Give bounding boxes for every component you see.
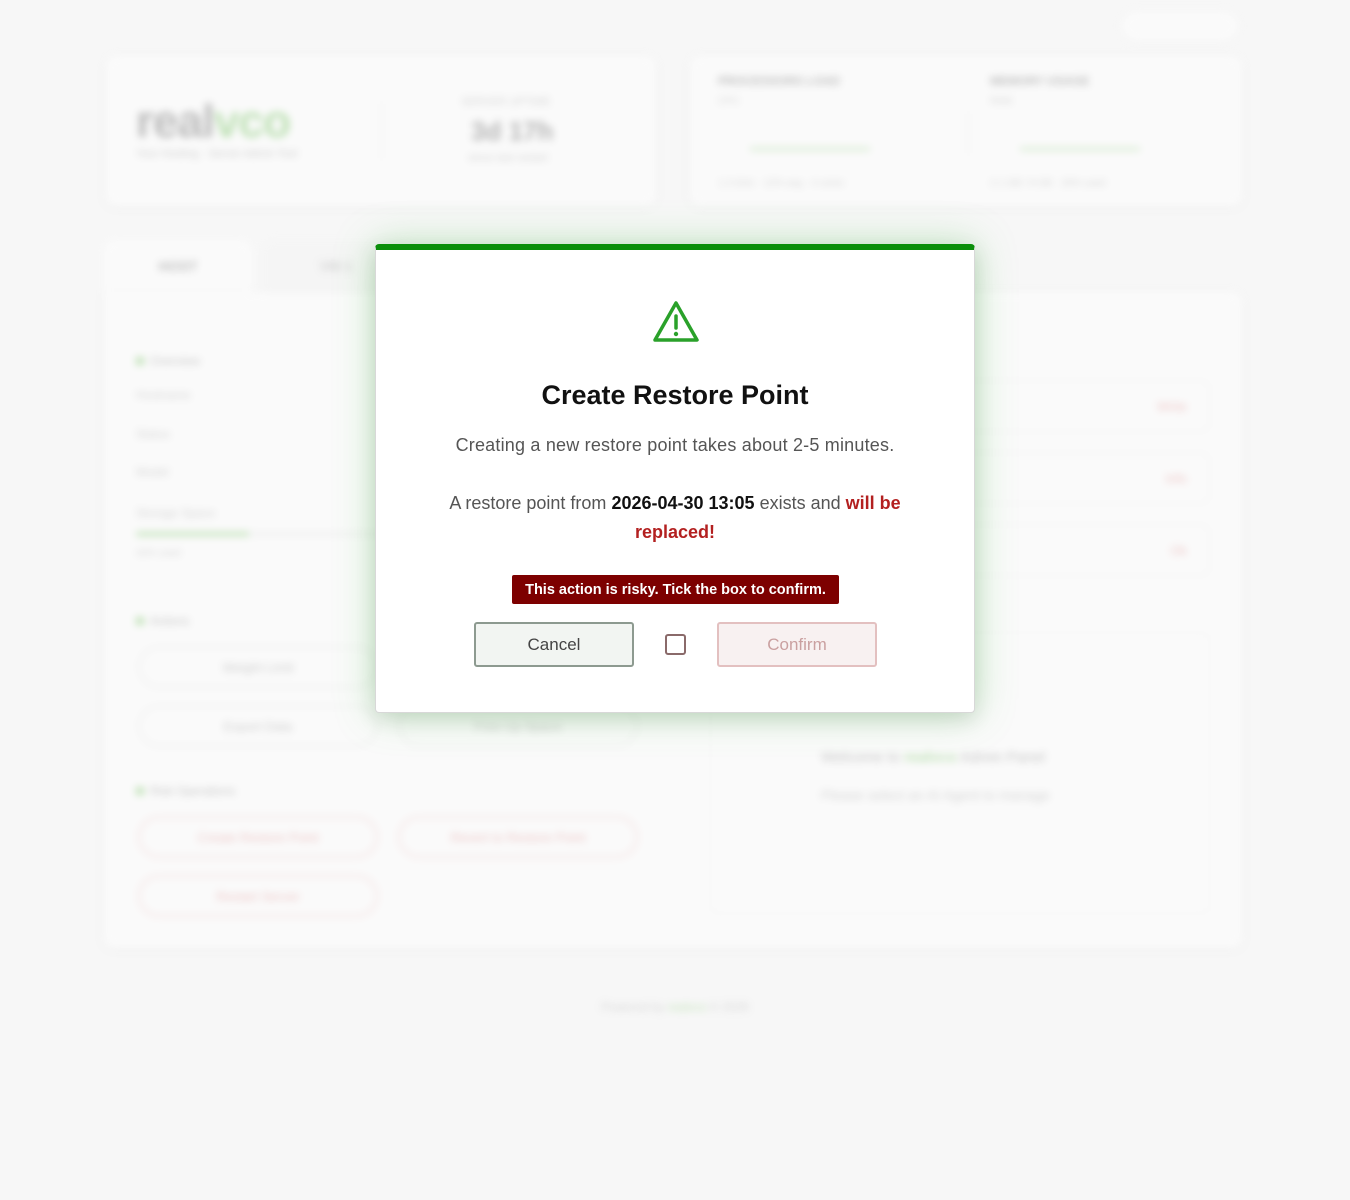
welcome-subtext: Please select an AI Agent to manage — [821, 787, 1050, 803]
confirm-risk-checkbox[interactable] — [665, 634, 686, 655]
row-storage: Storage Space — [136, 506, 216, 520]
weight-limit-button[interactable]: Weight Limit — [138, 646, 378, 688]
metrics-card: PROCESSORS LOAD CPU 1.3 GHz · 12% avg · … — [690, 56, 1242, 206]
row-hostname: Hostname — [136, 388, 191, 402]
uptime-subtitle: since last restart — [468, 152, 549, 164]
restart-server-button[interactable]: Restart Server — [138, 875, 378, 917]
top-toolbar[interactable] — [1120, 10, 1240, 42]
actions-section-title: Actions — [136, 614, 189, 628]
welcome-text: Welcome to realvco Admin Panel — [821, 749, 1046, 766]
storage-percent: 42% used — [136, 548, 181, 559]
logo: realvco — [136, 95, 291, 147]
confirm-button[interactable]: Confirm — [717, 622, 877, 667]
risk-section-title: Risk Operations — [136, 784, 235, 798]
row-status: Status — [136, 427, 171, 441]
dialog-duration-text: Creating a new restore point takes about… — [455, 435, 895, 455]
dialog-replace-warning: A restore point from 2026-04-30 13:05 ex… — [449, 493, 901, 542]
cpu-footer: 1.3 GHz · 12% avg · 4 cores — [718, 178, 845, 189]
warning-triangle-icon — [653, 301, 699, 342]
revert-restore-point-button[interactable]: Revert to Restore Point — [398, 816, 638, 858]
create-restore-point-dialog: Create Restore Point Creating a new rest… — [375, 244, 975, 713]
create-restore-point-button[interactable]: Create Restore Point — [138, 816, 378, 858]
row-model: Model — [136, 465, 169, 479]
cpu-sparkline — [750, 148, 870, 150]
memory-title: MEMORY USAGE — [990, 74, 1090, 88]
memory-sparkline — [1020, 148, 1140, 150]
logo-subtitle: Your Hosting · Server Admin Tool — [136, 148, 298, 160]
cancel-button[interactable]: Cancel — [474, 622, 634, 667]
memory-sub: RAM — [990, 96, 1013, 107]
uptime-label: SERVER UPTIME — [461, 96, 551, 108]
cpu-title: PROCESSORS LOAD — [718, 74, 841, 88]
storage-progress — [136, 532, 386, 536]
footer: Powered by realvco © 2026 — [601, 1000, 749, 1014]
dialog-title: Create Restore Point — [541, 380, 809, 410]
risk-notice-banner: This action is risky. Tick the box to co… — [512, 575, 839, 604]
memory-footer: 2.1 GB / 8 GB · 26% used — [990, 178, 1106, 189]
export-data-button[interactable]: Export Data — [138, 705, 378, 747]
uptime-value: 3d 17h — [471, 116, 554, 146]
overview-section-title: Overview — [136, 354, 200, 368]
cpu-sub: CPU — [718, 96, 740, 107]
existing-restore-date: 2026-04-30 13:05 — [611, 493, 755, 513]
tab-host[interactable]: HOST — [104, 240, 252, 292]
brand-card: realvco Your Hosting · Server Admin Tool… — [106, 56, 656, 206]
